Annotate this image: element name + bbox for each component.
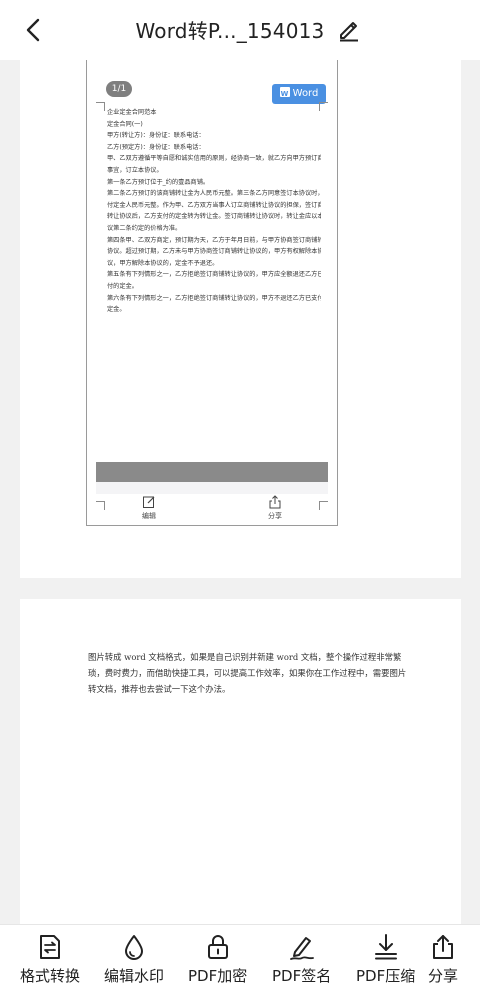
bottom-toolbar: 格式转换 编辑水印 PDF加密 PDF签名 PDF压缩 分享 (0, 924, 480, 994)
paragraph-text: 图片转成 word 文档格式，如果是自己识别并新建 word 文档，整个操作过程… (88, 652, 407, 694)
contract-line: 议第二条约定的价格为准。 (107, 224, 182, 232)
contract-line: 第五条有下列情形之一，乙方拒绝签订商铺转让协议的，甲方应全额退还乙方已支 (107, 271, 321, 279)
edit-title-pencil-icon[interactable] (336, 16, 362, 42)
embedded-screenshot: 1/1 Word 企业定金合同范本 定金合同(一) 甲方(转让方)：身份证：联系… (86, 60, 338, 526)
screenshot-document: 1/1 Word 企业定金合同范本 定金合同(一) 甲方(转让方)：身份证：联系… (96, 72, 328, 510)
contract-line: 付的定金。 (107, 282, 138, 290)
share-icon (269, 495, 281, 509)
share-label: 分享 (268, 512, 282, 520)
format-convert-icon (40, 935, 60, 959)
document-page-2: 图片转成 word 文档格式，如果是自己识别并新建 word 文档，整个操作过程… (20, 599, 461, 924)
format-convert-button[interactable]: 格式转换 (20, 933, 80, 986)
pdf-encrypt-label: PDF加密 (188, 967, 248, 985)
share-button[interactable]: 分享 (428, 933, 458, 986)
pdf-signature-label: PDF签名 (272, 967, 332, 985)
contract-line: 第四条甲、乙双方商定，预订期为天，乙方于年月日前，与甲方协商签订商铺转让 (107, 236, 321, 244)
watermark-drop-icon (125, 935, 143, 960)
word-button-label: Word (292, 88, 319, 99)
contract-line: 乙方(预定方)：身份证：联系电话： (107, 143, 205, 151)
document-title: Word转P..._154013 (135, 19, 325, 43)
pdf-compress-button[interactable]: PDF压缩 (356, 933, 415, 986)
share-icon (433, 935, 453, 959)
contract-line: 甲方(转让方)：身份证：联系电话： (107, 132, 205, 140)
watermark-label: 编辑水印 (104, 967, 165, 985)
screenshot-edit-action: 编辑 (129, 495, 169, 521)
crop-corner-icon (96, 102, 105, 111)
contract-line: 企业定金合同范本 (107, 109, 157, 116)
contract-line: 议，甲方解除本协议的，定金不予退还。 (107, 259, 219, 267)
pdf-signature-button[interactable]: PDF签名 (272, 933, 331, 986)
contract-line: 转让协议后，乙方支付的定金转为转让金。签订商铺转让协议时，转让金应以本协 (107, 213, 321, 221)
edit-icon (143, 496, 155, 508)
contract-line: 协议。超过预订期，乙方未与甲方协商签订商铺转让协议的，甲方有权解除本协 (107, 248, 321, 256)
contract-line: 事宜，订立本协议。 (107, 166, 163, 174)
screenshot-viewer: 1/1 Word 企业定金合同范本 定金合同(一) 甲方(转让方)：身份证：联系… (96, 72, 328, 510)
contract-line: 第一条乙方预订位于_约的壹品商铺。 (107, 178, 210, 186)
edit-label: 编辑 (142, 512, 156, 520)
lock-icon (207, 935, 228, 959)
screenshot-gray-bar (96, 462, 328, 482)
contract-line: 第二条乙方预订的该商铺转让金为人民币元整。第三条乙方同意签订本协议时，支 (107, 190, 321, 198)
contract-line: 定金合同(一) (107, 120, 143, 128)
screenshot-actions: 编辑 分享 (87, 495, 337, 525)
share-label: 分享 (428, 967, 459, 985)
word-button: Word (272, 84, 326, 104)
page-badge: 1/1 (106, 81, 132, 97)
contract-text: 企业定金合同范本 定金合同(一) 甲方(转让方)：身份证：联系电话： 乙方(预定… (107, 107, 321, 316)
contract-line: 第六条有下列情形之一，乙方拒绝签订商铺转让协议的，甲方不退还乙方已支付的 (107, 294, 321, 302)
contract-line: 付定金人民币元整。作为甲、乙方双方当事人订立商铺转让协议的担保，签订商铺 (107, 201, 321, 209)
pdf-compress-label: PDF压缩 (356, 967, 416, 985)
document-page-1: 1/1 Word 企业定金合同范本 定金合同(一) 甲方(转让方)：身份证：联系… (20, 60, 461, 578)
screenshot-share-action: 分享 (255, 495, 295, 521)
contract-line: 甲、乙双方遵循平等自愿和诚实信用的原则，经协商一致，就乙方向甲方预订商铺 (107, 155, 321, 163)
word-logo-icon (279, 84, 290, 104)
watermark-button[interactable]: 编辑水印 (104, 933, 164, 986)
top-bar: Word转P..._154013 (0, 0, 480, 60)
pdf-encrypt-button[interactable]: PDF加密 (188, 933, 247, 986)
format-convert-label: 格式转换 (20, 967, 81, 985)
signature-pen-icon (289, 937, 314, 960)
contract-line: 定金。 (107, 306, 126, 314)
compress-download-icon (374, 934, 397, 960)
